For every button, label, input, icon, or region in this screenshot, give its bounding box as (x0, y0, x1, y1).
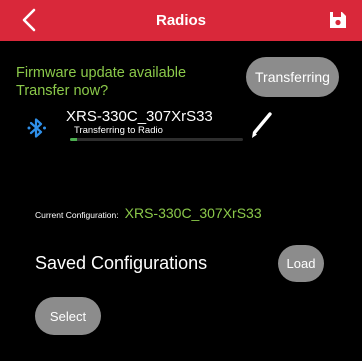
select-button[interactable]: Select (35, 297, 101, 335)
device-status: Transferring to Radio (74, 125, 163, 136)
current-configuration-value: XRS-330C_307XrS33 (124, 205, 262, 221)
current-configuration-label: Current Configuration: (35, 210, 119, 220)
device-name: XRS-330C_307XrS33 (66, 108, 213, 125)
save-button[interactable] (329, 11, 347, 29)
header-bar: Radios (0, 0, 362, 41)
load-button[interactable]: Load (278, 245, 324, 282)
page-title: Radios (155, 12, 206, 29)
edit-device-button[interactable] (248, 110, 274, 140)
firmware-transfer-question: Transfer now? (16, 83, 109, 99)
pencil-icon (252, 112, 272, 138)
current-configuration: Current Configuration: XRS-330C_307XrS33 (35, 205, 262, 221)
saved-configurations-heading: Saved Configurations (35, 253, 208, 273)
floppy-disk-icon (330, 12, 346, 28)
firmware-update-notice: Firmware update available Transfer now? (16, 64, 186, 100)
transferring-button[interactable]: Transferring (246, 57, 339, 97)
transfer-progress-fill (70, 138, 77, 141)
transfer-progress-bar (70, 138, 243, 141)
bluetooth-icon (26, 115, 48, 141)
firmware-update-text: Firmware update available (16, 65, 187, 81)
